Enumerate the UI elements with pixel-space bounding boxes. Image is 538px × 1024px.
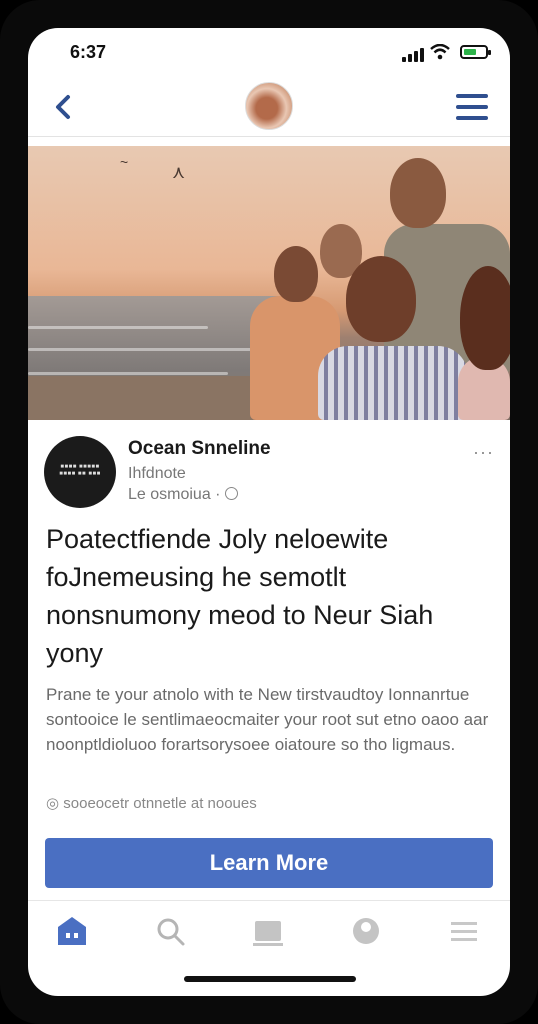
home-icon[interactable] — [52, 911, 92, 951]
page-avatar[interactable]: ■■■■ ■■■■■ ■■■■ ■■ ■■■ — [44, 436, 116, 508]
post-caption: ◎ sooeocetr otnnetle at nooues — [46, 795, 257, 812]
screen: 6:37 ~ ⋏ ■■■■ ■■■■■ ■■■■ ■■ ■■■ Ocean Sn… — [28, 28, 510, 996]
hamburger-icon[interactable] — [456, 94, 488, 120]
more-options-icon[interactable]: ··· — [473, 442, 494, 463]
post-body: Prane te your atnolo with te New tirstva… — [46, 685, 489, 754]
wifi-icon — [430, 44, 450, 60]
person-face — [346, 256, 416, 342]
page-meta: Le osmoiua · — [128, 486, 238, 504]
profile-icon[interactable] — [346, 911, 386, 951]
battery-level — [464, 49, 476, 55]
menu-icon[interactable] — [444, 911, 484, 951]
chevron-left-icon[interactable] — [50, 92, 76, 122]
phone-frame: 6:37 ~ ⋏ ■■■■ ■■■■■ ■■■■ ■■ ■■■ Ocean Sn… — [0, 0, 538, 1024]
page-meta-text: Le osmoiua · — [128, 486, 221, 503]
bottom-tab-bar — [28, 900, 510, 961]
battery-icon — [460, 45, 491, 59]
status-bar: 6:37 — [28, 28, 510, 80]
page-avatar-thumbnail[interactable] — [245, 82, 293, 130]
top-nav — [28, 80, 510, 137]
search-icon[interactable] — [150, 911, 190, 951]
person-face — [274, 246, 318, 302]
page-name[interactable]: Ocean Snneline — [128, 438, 271, 460]
globe-icon — [224, 487, 238, 500]
page-category: Ihfdnote — [128, 465, 186, 482]
hero-image: ~ ⋏ — [28, 146, 510, 420]
signal-icon — [402, 48, 424, 62]
person-face — [390, 158, 446, 228]
learn-more-button[interactable]: Learn More — [45, 838, 493, 888]
bird-icon: ⋏ — [172, 162, 186, 182]
bird-icon: ~ — [120, 154, 129, 170]
post-headline: Poatectfiende Joly neloewite foJnemeusin… — [46, 524, 434, 668]
home-indicator[interactable] — [184, 976, 356, 982]
person — [318, 346, 468, 420]
status-time: 6:37 — [70, 42, 107, 62]
post-caption-text: sooeocetr otnnetle at nooues — [63, 795, 257, 812]
media-icon[interactable] — [248, 911, 288, 951]
person-face — [460, 266, 510, 370]
